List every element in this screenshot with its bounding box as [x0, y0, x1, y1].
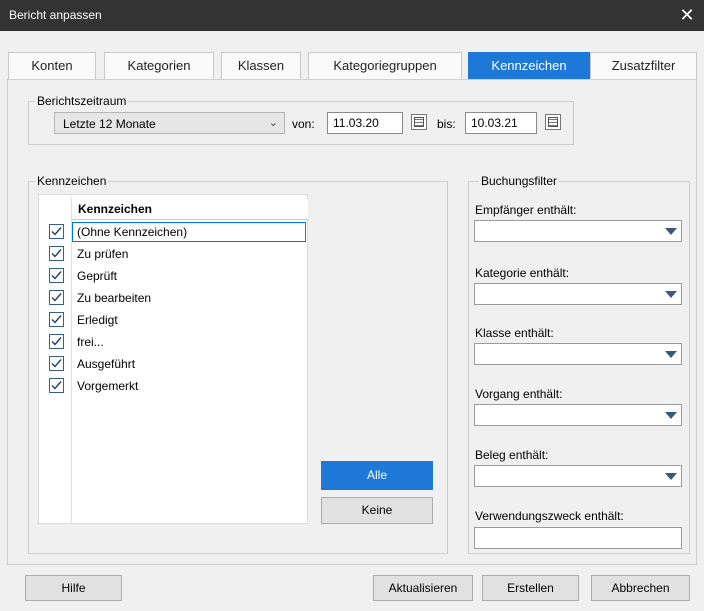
dropdown-arrow-icon[interactable]	[665, 412, 677, 419]
receipt-filter-label: Beleg enthält:	[475, 448, 549, 462]
tab-kategorien[interactable]: Kategorien	[104, 52, 214, 80]
list-item-label: frei...	[77, 335, 104, 349]
calendar-icon[interactable]	[545, 114, 561, 130]
checkbox-checked-icon[interactable]	[49, 224, 64, 239]
select-none-button[interactable]: Keine	[321, 497, 433, 524]
booking-filter-label: Buchungsfilter	[479, 174, 560, 188]
tab-kategoriegruppen[interactable]: Kategoriegruppen	[308, 52, 462, 80]
to-date-field[interactable]: 10.03.21	[465, 112, 537, 134]
category-filter-combo[interactable]	[474, 283, 682, 305]
list-item[interactable]: Zu prüfen	[39, 243, 307, 265]
period-range-select[interactable]: Letzte 12 Monate ⌄	[54, 112, 285, 134]
dropdown-arrow-icon[interactable]	[665, 351, 677, 358]
list-item[interactable]: Erledigt	[39, 309, 307, 331]
title-bar: Bericht anpassen ✕	[0, 0, 704, 31]
transaction-filter-label: Vorgang enthält:	[475, 387, 563, 401]
refresh-button[interactable]: Aktualisieren	[373, 575, 473, 601]
tab-zusatzfilter[interactable]: Zusatzfilter	[590, 52, 697, 80]
list-item-label: (Ohne Kennzeichen)	[77, 225, 188, 239]
class-filter-label: Klasse enthält:	[475, 326, 554, 340]
cancel-button[interactable]: Abbrechen	[591, 575, 690, 601]
close-icon[interactable]: ✕	[670, 0, 704, 31]
tab-klassen[interactable]: Klassen	[221, 52, 301, 80]
class-filter-combo[interactable]	[474, 343, 682, 365]
period-range-value: Letzte 12 Monate	[63, 117, 156, 131]
list-item[interactable]: Zu bearbeiten	[39, 287, 307, 309]
payee-filter-label: Empfänger enthält:	[475, 203, 577, 217]
list-item-label: Erledigt	[77, 313, 118, 327]
create-button[interactable]: Erstellen	[482, 575, 579, 601]
list-item-label: Zu prüfen	[77, 247, 129, 261]
transaction-filter-combo[interactable]	[474, 404, 682, 426]
list-item[interactable]: Ausgeführt	[39, 353, 307, 375]
list-item-label: Ausgeführt	[77, 357, 136, 371]
from-date-field[interactable]: 11.03.20	[327, 112, 403, 134]
checkbox-checked-icon[interactable]	[49, 268, 64, 283]
checkbox-checked-icon[interactable]	[49, 246, 64, 261]
dropdown-arrow-icon[interactable]	[665, 291, 677, 298]
flags-list[interactable]: Kennzeichen (Ohne Kennzeichen) Zu prüfen…	[38, 194, 308, 524]
receipt-filter-combo[interactable]	[474, 465, 682, 487]
purpose-filter-input[interactable]	[474, 527, 682, 549]
payee-filter-combo[interactable]	[474, 220, 682, 242]
to-label: bis:	[437, 117, 456, 131]
tab-kennzeichen[interactable]: Kennzeichen	[468, 52, 590, 80]
checkbox-checked-icon[interactable]	[49, 290, 64, 305]
list-item-label: Vorgemerkt	[77, 379, 139, 393]
list-item-label: Zu bearbeiten	[77, 291, 152, 305]
list-item[interactable]: Vorgemerkt	[39, 375, 307, 397]
from-label: von:	[292, 117, 315, 131]
purpose-filter-label: Verwendungszweck enthält:	[475, 509, 624, 523]
period-group-label: Berichtszeitraum	[35, 94, 129, 108]
calendar-icon[interactable]	[411, 114, 427, 130]
list-item[interactable]: Geprüft	[39, 265, 307, 287]
list-item-label: Geprüft	[77, 269, 118, 283]
list-item[interactable]: (Ohne Kennzeichen)	[39, 221, 307, 243]
dropdown-arrow-icon[interactable]	[665, 228, 677, 235]
checkbox-checked-icon[interactable]	[49, 378, 64, 393]
window-title: Bericht anpassen	[9, 8, 102, 22]
checkbox-checked-icon[interactable]	[49, 312, 64, 327]
select-all-button[interactable]: Alle	[321, 461, 433, 490]
checkbox-checked-icon[interactable]	[49, 356, 64, 371]
flags-group-label: Kennzeichen	[35, 174, 109, 188]
dropdown-arrow-icon[interactable]	[665, 473, 677, 480]
flags-column-header[interactable]: Kennzeichen	[72, 199, 308, 220]
help-button[interactable]: Hilfe	[25, 575, 122, 601]
tab-konten[interactable]: Konten	[8, 52, 96, 80]
chevron-down-icon: ⌄	[268, 117, 278, 129]
list-item[interactable]: frei...	[39, 331, 307, 353]
report-dialog: Bericht anpassen ✕ Konten Kategorien Kla…	[0, 0, 704, 611]
checkbox-checked-icon[interactable]	[49, 334, 64, 349]
category-filter-label: Kategorie enthält:	[475, 266, 570, 280]
